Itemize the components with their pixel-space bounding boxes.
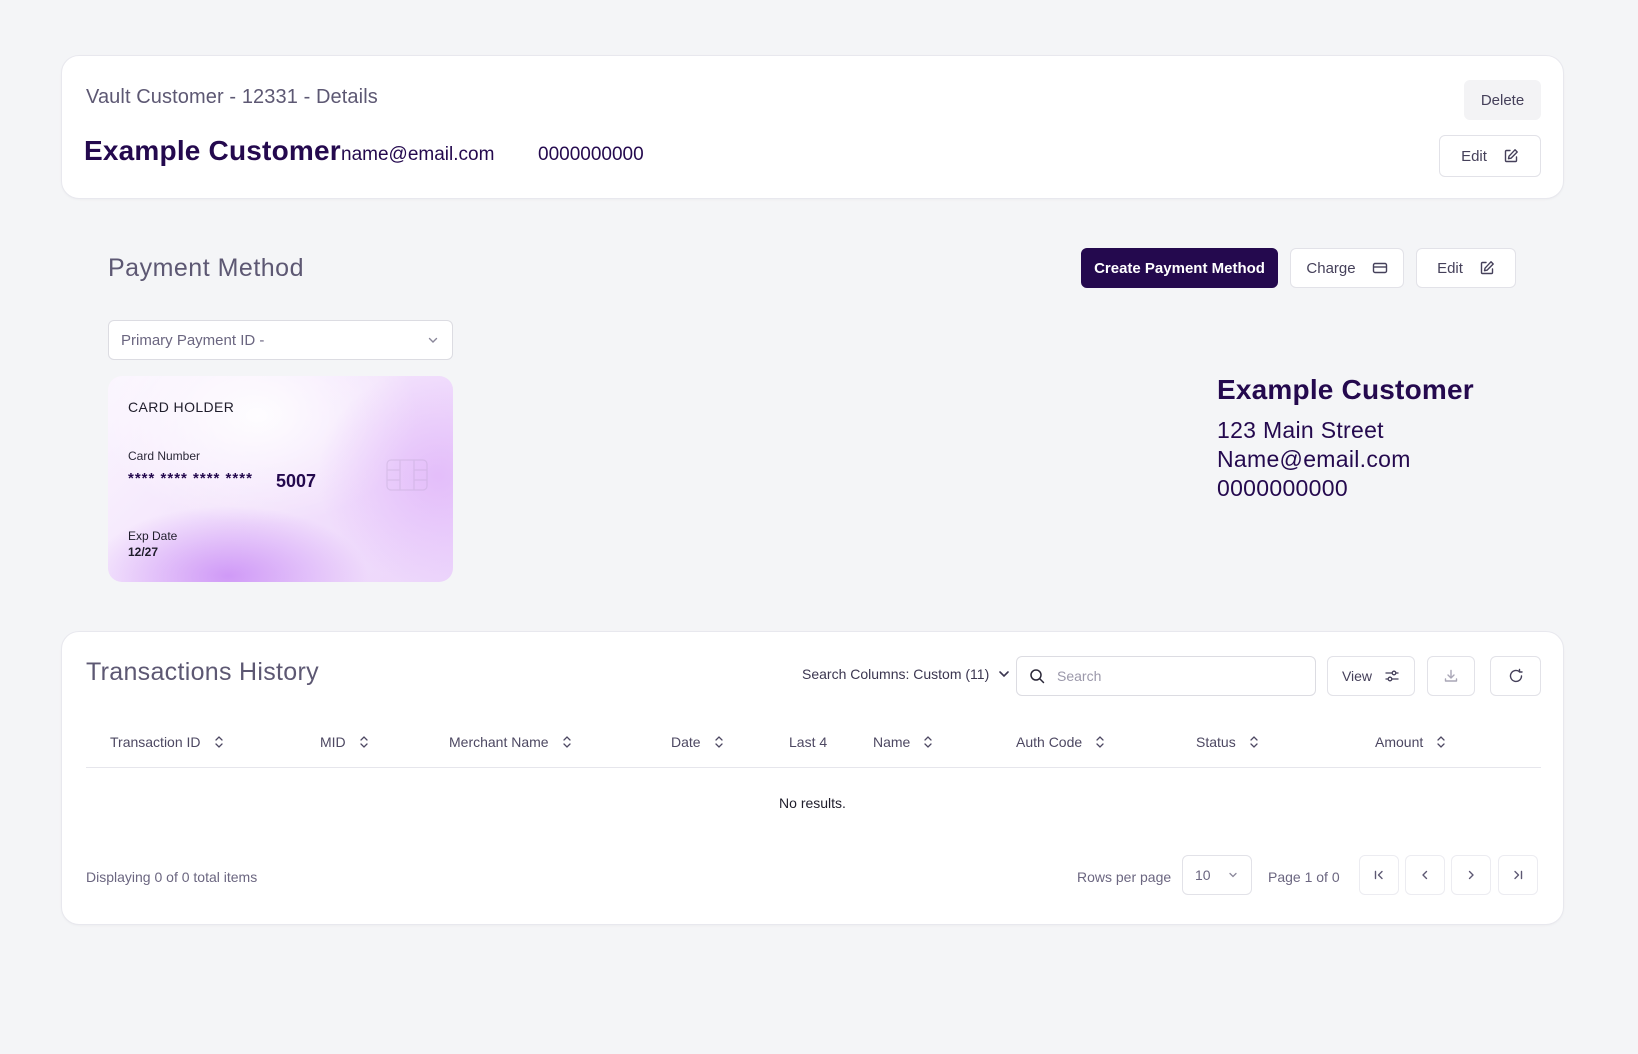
search-icon bbox=[1030, 669, 1045, 684]
rows-per-page-value: 10 bbox=[1195, 867, 1211, 883]
last-page-icon bbox=[1514, 870, 1523, 880]
customer-email: name@email.com bbox=[341, 144, 495, 165]
edit-customer-button[interactable]: Edit bbox=[1439, 135, 1541, 177]
billing-info: Example Customer 123 Main Street Name@em… bbox=[1217, 374, 1474, 503]
customer-phone: 0000000000 bbox=[538, 144, 644, 165]
charge-button[interactable]: Charge bbox=[1290, 248, 1404, 288]
card-icon bbox=[1372, 262, 1387, 274]
search-input[interactable] bbox=[1057, 668, 1297, 684]
column-label: Amount bbox=[1375, 734, 1424, 750]
sort-icon bbox=[1096, 736, 1104, 748]
charge-label: Charge bbox=[1306, 259, 1356, 277]
customer-name: Example Customer bbox=[84, 135, 341, 166]
first-page-icon bbox=[1374, 870, 1383, 880]
search-box bbox=[1016, 656, 1316, 696]
page-indicator: Page 1 of 0 bbox=[1268, 869, 1340, 885]
download-icon bbox=[1444, 669, 1458, 682]
sort-icon bbox=[562, 736, 571, 748]
column-label: Auth Code bbox=[1016, 734, 1083, 750]
billing-email: Name@email.com bbox=[1217, 446, 1411, 472]
download-button[interactable] bbox=[1427, 656, 1475, 696]
rows-per-page-label: Rows per page bbox=[1077, 869, 1172, 885]
view-label: View bbox=[1341, 668, 1373, 684]
prev-page-icon bbox=[1422, 870, 1428, 880]
card-number-masked: **** **** **** **** bbox=[128, 470, 253, 487]
credit-card-preview: CARD HOLDER Card Number **** **** **** *… bbox=[108, 376, 453, 582]
sort-icon bbox=[1250, 736, 1258, 748]
chevron-down-icon bbox=[428, 337, 438, 343]
transactions-card: Transactions History Search Columns: Cus… bbox=[61, 631, 1564, 925]
card-exp-date: 12/27 bbox=[128, 545, 159, 559]
card-number-label: Card Number bbox=[128, 449, 201, 463]
delete-label: Delete bbox=[1480, 91, 1525, 109]
next-page-icon bbox=[1468, 870, 1474, 880]
rows-per-page-select[interactable]: 10 bbox=[1182, 855, 1252, 895]
sort-icon bbox=[714, 736, 723, 748]
column-mid[interactable]: MID bbox=[320, 734, 370, 750]
delete-button[interactable]: Delete bbox=[1464, 80, 1541, 120]
column-amount[interactable]: Amount bbox=[1375, 734, 1447, 750]
column-label: Merchant Name bbox=[449, 734, 549, 750]
chevron-down-icon bbox=[1229, 872, 1237, 878]
primary-payment-select[interactable]: Primary Payment ID - bbox=[108, 320, 453, 360]
create-payment-method-label: Create Payment Method bbox=[1094, 259, 1265, 277]
column-label: Name bbox=[873, 734, 911, 750]
card-holder-label: CARD HOLDER bbox=[128, 399, 235, 415]
sort-icon bbox=[214, 736, 223, 748]
create-payment-method-button[interactable]: Create Payment Method bbox=[1081, 248, 1278, 288]
sort-icon bbox=[1437, 736, 1445, 748]
column-name[interactable]: Name bbox=[873, 734, 934, 750]
prev-page-button[interactable] bbox=[1405, 855, 1445, 895]
card-exp-label: Exp Date bbox=[128, 529, 178, 543]
refresh-icon bbox=[1509, 668, 1523, 683]
last-page-button[interactable] bbox=[1498, 855, 1538, 895]
edit-payment-method-label: Edit bbox=[1437, 259, 1463, 277]
column-status[interactable]: Status bbox=[1196, 734, 1260, 750]
view-options-button[interactable]: View bbox=[1327, 656, 1415, 696]
details-title: Vault Customer - 12331 - Details bbox=[86, 86, 378, 108]
sort-icon bbox=[360, 736, 368, 748]
sliders-icon bbox=[1385, 670, 1399, 682]
card-last4: 5007 bbox=[276, 471, 317, 491]
edit-icon bbox=[1504, 149, 1518, 163]
billing-phone: 0000000000 bbox=[1217, 475, 1348, 501]
transactions-title: Transactions History bbox=[86, 658, 319, 686]
displaying-count: Displaying 0 of 0 total items bbox=[86, 869, 258, 885]
search-columns-dropdown[interactable]: Search Columns: Custom (11) bbox=[802, 666, 1011, 682]
card-chip-icon bbox=[386, 459, 428, 491]
customer-details-card: Vault Customer - 12331 - Details Example… bbox=[61, 55, 1564, 199]
column-label: MID bbox=[320, 734, 346, 750]
refresh-button[interactable] bbox=[1490, 656, 1541, 696]
empty-state-text: No results. bbox=[779, 795, 846, 811]
billing-name: Example Customer bbox=[1217, 374, 1474, 405]
edit-icon bbox=[1480, 261, 1494, 275]
column-label: Status bbox=[1196, 734, 1236, 750]
edit-payment-method-button[interactable]: Edit bbox=[1416, 248, 1516, 288]
column-date[interactable]: Date bbox=[671, 734, 725, 750]
billing-street: 123 Main Street bbox=[1217, 417, 1384, 443]
column-label: Date bbox=[671, 734, 701, 750]
column-last4[interactable]: Last 4 bbox=[789, 734, 827, 750]
next-page-button[interactable] bbox=[1451, 855, 1491, 895]
edit-customer-label: Edit bbox=[1461, 147, 1487, 165]
payment-method-title: Payment Method bbox=[108, 254, 304, 282]
transactions-table-header: Transaction ID MID Merchant Name Date La… bbox=[86, 728, 1541, 768]
column-auth-code[interactable]: Auth Code bbox=[1016, 734, 1106, 750]
column-label: Transaction ID bbox=[110, 734, 201, 750]
sort-icon bbox=[924, 736, 933, 748]
first-page-button[interactable] bbox=[1359, 855, 1399, 895]
column-merchant-name[interactable]: Merchant Name bbox=[449, 734, 573, 750]
column-label: Last 4 bbox=[789, 734, 828, 750]
column-transaction-id[interactable]: Transaction ID bbox=[110, 734, 225, 750]
primary-payment-select-value: Primary Payment ID - bbox=[121, 331, 265, 349]
search-columns-label: Search Columns: Custom (11) bbox=[802, 666, 990, 682]
chevron-down-icon bbox=[999, 671, 1010, 678]
